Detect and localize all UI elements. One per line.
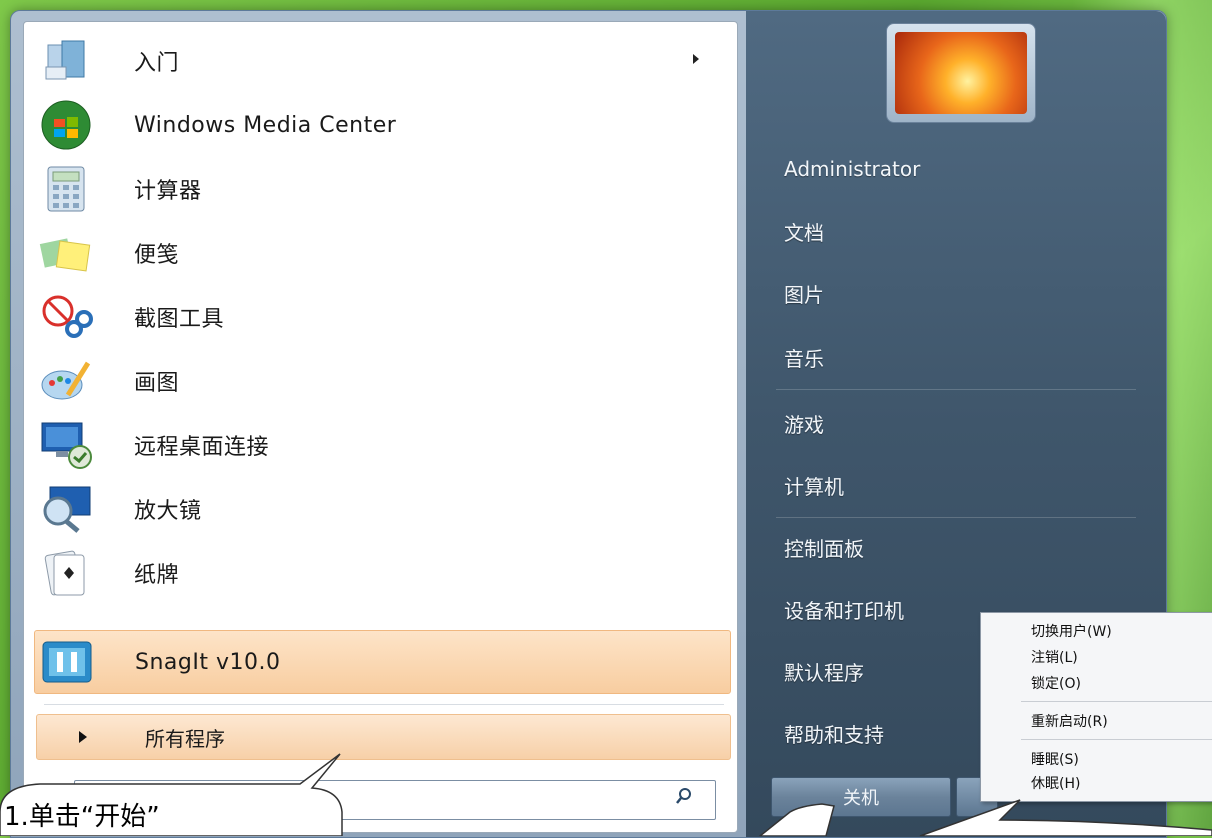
callout-text: 1.单击“开始”	[4, 802, 160, 832]
callout-bubbles	[0, 753, 1212, 836]
callout-bubble-shutdown	[758, 803, 835, 836]
callout-bubble-options	[919, 799, 1212, 836]
